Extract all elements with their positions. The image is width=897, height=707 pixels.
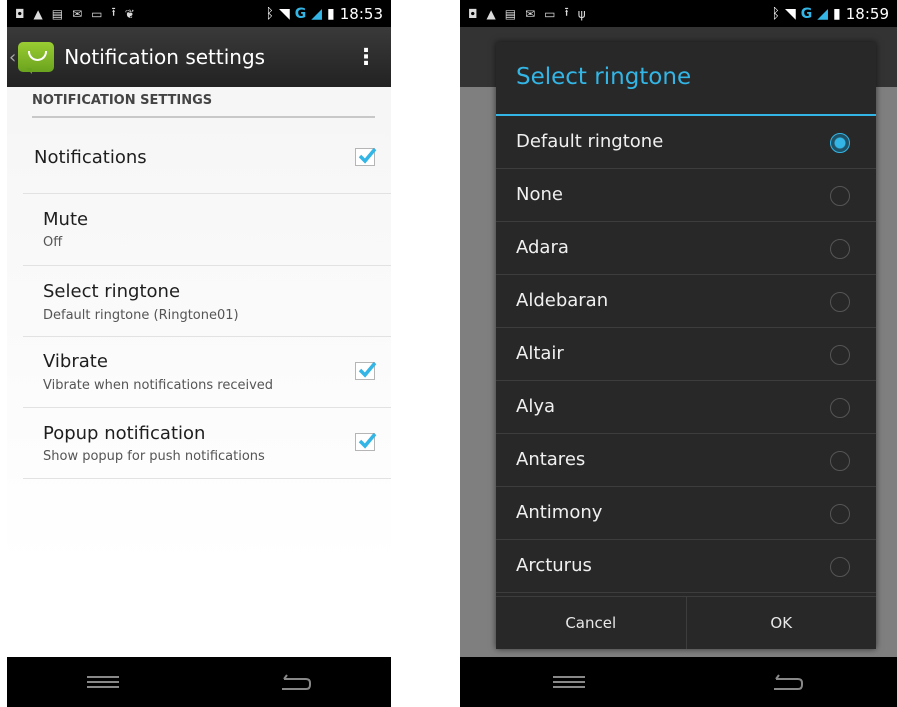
back-icon[interactable] [770,673,804,691]
bluetooth-icon: ᛒ [265,5,274,22]
wifi-icon: ◥ [278,5,290,22]
popup-notification-pref[interactable]: Popup notification Show popup for push n… [23,408,391,479]
menu-icon[interactable] [552,676,585,688]
ringtone-option[interactable]: Alya [496,381,876,434]
checkmark-icon [358,147,377,164]
signal-icon: ◢ [311,5,323,22]
email-icon: ✉ [72,6,83,21]
ringtone-option-label: Antimony [516,502,603,523]
popup-notification-checkbox[interactable] [355,432,377,451]
battery-icon: ▮ [327,5,335,22]
clipboard-icon: ▤ [51,6,64,21]
action-bar: ‹ Notification settings ⋮ [7,27,391,87]
status-clock: 18:59 [845,4,889,23]
ringtone-option-label: None [516,184,563,205]
warning-icon: ▲ [486,6,496,21]
warning-icon: ▲ [33,6,43,21]
ringtone-option[interactable]: Antares [496,434,876,487]
notification-icon: ◘ [468,6,478,21]
radio-button[interactable] [830,345,850,365]
radio-button[interactable] [830,239,850,259]
cancel-button[interactable]: Cancel [496,597,686,649]
ringtone-option[interactable]: Arcturus [496,540,876,593]
pref-summary: Default ringtone (Ringtone01) [43,308,239,323]
ringtone-option[interactable]: None [496,169,876,222]
ringtone-option[interactable]: Default ringtone [496,116,876,169]
mute-pref[interactable]: Mute Off [23,194,391,266]
email-icon: ✉ [525,6,536,21]
pref-title: Select ringtone [43,281,181,302]
pref-summary: Vibrate when notifications received [43,378,274,393]
bluetooth-icon: ᛒ [771,5,780,22]
navigation-bar [7,657,391,707]
signal-icon: ◢ [817,5,829,22]
ringtone-option[interactable]: Adara [496,222,876,275]
radio-selected[interactable] [830,133,850,153]
ok-button[interactable]: OK [685,597,877,649]
status-clock: 18:53 [339,4,383,23]
notification-icon: ◘ [15,6,25,21]
section-header: NOTIFICATION SETTINGS [32,93,375,118]
ringtone-option-label: Antares [516,449,586,470]
back-icon[interactable] [278,673,312,691]
upload-icon: ⭱ [564,5,569,19]
radio-button[interactable] [830,186,850,206]
messaging-app-icon[interactable] [18,42,55,74]
checkmark-icon [358,361,377,378]
ringtone-dialog: Select ringtone Default ringtone None Ad… [496,42,876,649]
ringtone-option-label: Aldebaran [516,290,609,311]
pref-title: Vibrate [43,351,108,372]
picture-icon: ▭ [544,6,556,21]
back-caret-icon[interactable]: ‹ [9,47,16,68]
select-ringtone-screen: ◘ ▲ ▤ ✉ ▭ ⭱ ψ ᛒ ◥ G ◢ ▮ 18:59 Select rin… [460,0,897,707]
vibrate-checkbox[interactable] [355,361,377,380]
dialog-button-bar: Cancel OK [496,596,876,649]
notifications-pref[interactable]: Notifications [23,122,391,194]
radio-button[interactable] [830,451,850,471]
ringtone-option[interactable]: Aldebaran [496,275,876,328]
network-type: G [294,5,307,22]
select-ringtone-pref[interactable]: Select ringtone Default ringtone (Ringto… [23,266,391,337]
status-bar: ◘ ▲ ▤ ✉ ▭ ⭱ ψ ᛒ ◥ G ◢ ▮ 18:59 [460,0,897,27]
ringtone-option-label: Adara [516,237,569,258]
overflow-menu-icon[interactable]: ⋮ [355,45,377,70]
picture-icon: ▭ [91,6,103,21]
checkmark-icon [358,432,377,449]
ringtone-option-label: Altair [516,343,564,364]
network-type: G [800,5,813,22]
usb-icon: ψ [577,6,586,21]
navigation-bar [460,657,897,707]
radio-button[interactable] [830,398,850,418]
pref-title: Mute [43,209,89,230]
pref-summary: Show popup for push notifications [43,449,265,464]
pref-title: Popup notification [43,423,206,444]
ringtone-option-label: Arcturus [516,555,592,576]
page-title: Notification settings [64,45,266,69]
ringtone-option[interactable]: Altair [496,328,876,381]
radio-button[interactable] [830,292,850,312]
ringtone-option[interactable]: Antimony [496,487,876,540]
notification-settings-screen: ◘ ▲ ▤ ✉ ▭ ⭱ ❦ ᛒ ◥ G ◢ ▮ 18:53 ‹ Notifica… [7,0,391,707]
clipboard-icon: ▤ [504,6,517,21]
menu-icon[interactable] [86,676,119,688]
status-bar: ◘ ▲ ▤ ✉ ▭ ⭱ ❦ ᛒ ◥ G ◢ ▮ 18:53 [7,0,391,27]
battery-icon: ▮ [833,5,841,22]
wifi-calling-icon: ❦ [124,6,135,21]
pref-summary: Off [43,235,63,250]
pref-title: Notifications [34,147,147,168]
dialog-title: Select ringtone [516,64,692,90]
wifi-icon: ◥ [784,5,796,22]
ringtone-option-label: Alya [516,396,555,417]
ringtone-option-label: Default ringtone [516,131,664,152]
radio-button[interactable] [830,504,850,524]
notifications-checkbox[interactable] [355,147,377,166]
radio-button[interactable] [830,557,850,577]
upload-icon: ⭱ [111,5,116,19]
vibrate-pref[interactable]: Vibrate Vibrate when notifications recei… [23,337,391,408]
